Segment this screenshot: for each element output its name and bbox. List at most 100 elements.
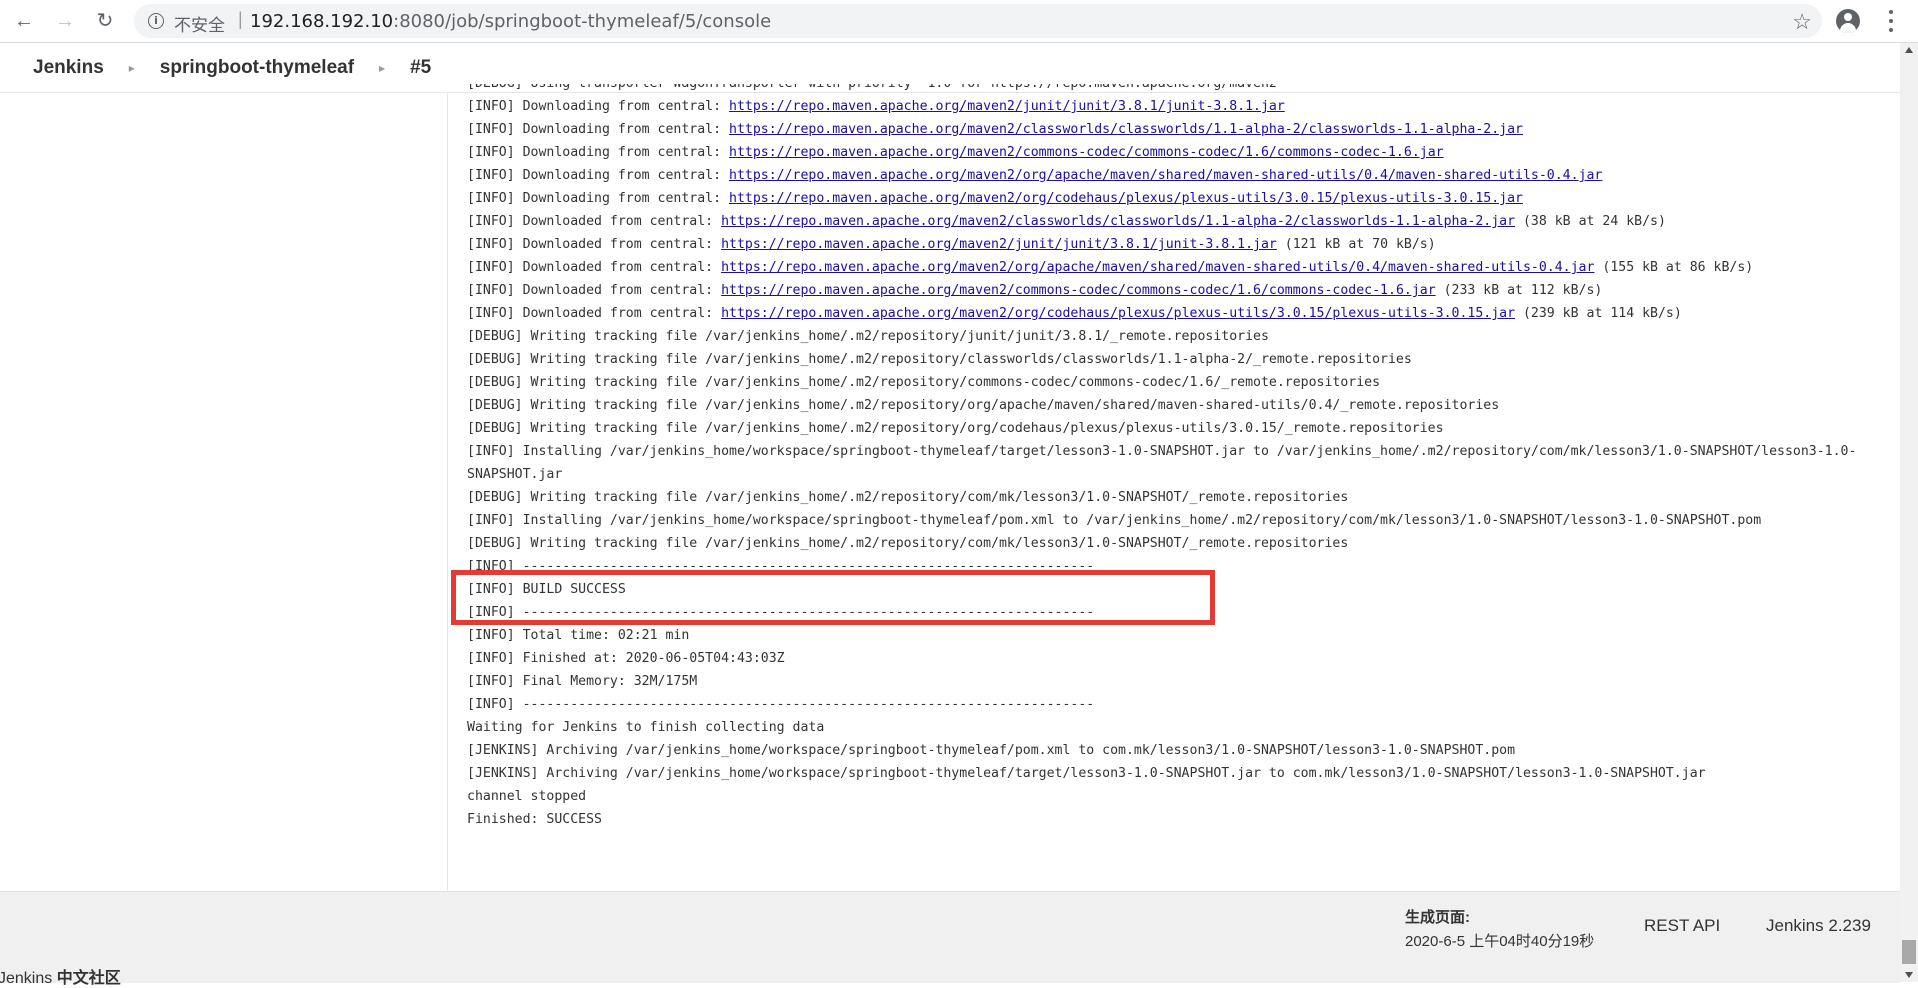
console-line-text: [DEBUG] Writing tracking file /var/jenki… [467, 421, 1444, 436]
jenkins-version-link[interactable]: Jenkins 2.239 [1766, 916, 1871, 936]
console-line: [INFO] ---------------------------------… [467, 693, 1887, 716]
breadcrumb-separator-icon: ▸ [128, 60, 135, 75]
console-cut-line: [DEBUG] Using transporter WagonTransport… [467, 84, 1887, 95]
console-line: [INFO] Downloaded from central: https://… [467, 233, 1887, 256]
community-link[interactable]: Jenkins 中文社区 [0, 964, 121, 988]
console-line-text: [DEBUG] Writing tracking file /var/jenki… [467, 398, 1500, 413]
console-line-text: [INFO] Downloading from central: [467, 145, 730, 160]
generated-label: 生成页面: [1405, 909, 1470, 926]
security-label[interactable]: 不安全 [174, 11, 225, 36]
console-download-link[interactable]: https://repo.maven.apache.org/maven2/jun… [729, 99, 1285, 114]
console-line-text: [INFO] Total time: 02:21 min [467, 628, 690, 643]
account-avatar-icon[interactable] [1836, 9, 1860, 33]
console-line: [INFO] Downloaded from central: https://… [467, 279, 1887, 302]
console-line: [INFO] Downloading from central: https:/… [467, 164, 1887, 187]
browser-menu-icon[interactable] [1886, 8, 1896, 34]
console-lines: [INFO] Downloading from central: https:/… [467, 95, 1887, 831]
console-line: Waiting for Jenkins to finish collecting… [467, 716, 1887, 739]
console-line: [DEBUG] Writing tracking file /var/jenki… [467, 348, 1887, 371]
community-prefix: Jenkins [0, 970, 57, 987]
console-download-link[interactable]: https://repo.maven.apache.org/maven2/jun… [721, 237, 1277, 252]
console-line-text: [INFO] Final Memory: 32M/175M [467, 674, 698, 689]
console-line-text: [INFO] Installing /var/jenkins_home/work… [467, 513, 1762, 528]
console-line-suffix: (239 kB at 114 kB/s) [1515, 306, 1682, 321]
console-line-text: [DEBUG] Writing tracking file /var/jenki… [467, 329, 1269, 344]
console-line: [INFO] Total time: 02:21 min [467, 624, 1887, 647]
scroll-up-icon[interactable] [1905, 47, 1913, 53]
console-line-text: [INFO] Installing /var/jenkins_home/work… [467, 444, 1857, 459]
console-line: [DEBUG] Writing tracking file /var/jenki… [467, 325, 1887, 348]
console-line: [DEBUG] Writing tracking file /var/jenki… [467, 394, 1887, 417]
info-icon[interactable]: i [148, 13, 164, 29]
back-arrow-icon[interactable]: ← [12, 9, 36, 33]
reload-icon[interactable]: ↻ [93, 9, 117, 33]
console-line-text: [INFO] Finished at: 2020-06-05T04:43:03Z [467, 651, 785, 666]
console-line-text: Finished: SUCCESS [467, 812, 602, 827]
console-line-text: [INFO] Downloaded from central: [467, 283, 722, 298]
bookmark-star-icon[interactable]: ☆ [1792, 9, 1812, 35]
breadcrumb-job[interactable]: springboot-thymeleaf [160, 57, 354, 79]
url-text[interactable]: 192.168.192.10:8080/job/springboot-thyme… [250, 11, 771, 32]
address-bar[interactable]: i 不安全 | 192.168.192.10:8080/job/springbo… [134, 4, 1822, 38]
console-line: [INFO] Installing /var/jenkins_home/work… [467, 440, 1887, 463]
console-line-text: [JENKINS] Archiving /var/jenkins_home/wo… [467, 743, 1516, 758]
build-success-highlight [451, 570, 1215, 625]
console-download-link[interactable]: https://repo.maven.apache.org/maven2/cla… [721, 214, 1515, 229]
generated-time: 2020-6-5 上午04时40分19秒 [1405, 933, 1595, 950]
scroll-thumb[interactable] [1902, 940, 1916, 964]
rest-api-link[interactable]: REST API [1644, 916, 1720, 936]
breadcrumb-jenkins[interactable]: Jenkins [33, 57, 104, 79]
community-name: 中文社区 [56, 970, 121, 987]
console-line-text: [INFO] Downloaded from central: [467, 306, 722, 321]
console-line-text: [INFO] Downloaded from central: [467, 214, 722, 229]
console-download-link[interactable]: https://repo.maven.apache.org/maven2/com… [721, 283, 1436, 298]
console-line: [DEBUG] Writing tracking file /var/jenki… [467, 532, 1887, 555]
console-line-suffix: (121 kB at 70 kB/s) [1276, 237, 1436, 252]
console-line: [DEBUG] Writing tracking file /var/jenki… [467, 417, 1887, 440]
console-line: [JENKINS] Archiving /var/jenkins_home/wo… [467, 739, 1887, 762]
scroll-down-icon[interactable] [1905, 972, 1913, 978]
console-line-text: Waiting for Jenkins to finish collecting… [467, 720, 825, 735]
console-line-text: [INFO] Downloading from central: [467, 99, 730, 114]
console-line-text: [INFO] Downloading from central: [467, 191, 730, 206]
url-path: :8080/job/springboot-thymeleaf/5/console [393, 11, 772, 32]
console-line-text: [INFO] Downloaded from central: [467, 260, 722, 275]
footer: 生成页面: 2020-6-5 上午04时40分19秒 REST API Jenk… [0, 891, 1900, 987]
breadcrumb-build[interactable]: #5 [410, 57, 431, 79]
forward-arrow-icon[interactable]: → [53, 9, 77, 33]
console-line-text: [INFO] ---------------------------------… [467, 697, 1095, 712]
scrollbar[interactable] [1900, 43, 1918, 982]
browser-toolbar: ← → ↻ i 不安全 | 192.168.192.10:8080/job/sp… [0, 0, 1918, 43]
console-line: [INFO] Finished at: 2020-06-05T04:43:03Z [467, 647, 1887, 670]
console-line-text: SNAPSHOT.jar [467, 467, 563, 482]
console-download-link[interactable]: https://repo.maven.apache.org/maven2/org… [729, 191, 1523, 206]
console-line: [INFO] Downloading from central: https:/… [467, 187, 1887, 210]
console-line-suffix: (155 kB at 86 kB/s) [1594, 260, 1754, 275]
console-download-link[interactable]: https://repo.maven.apache.org/maven2/org… [721, 306, 1515, 321]
console-line: [JENKINS] Archiving /var/jenkins_home/wo… [467, 762, 1887, 785]
console-line: [INFO] Downloaded from central: https://… [467, 210, 1887, 233]
console-line: [INFO] Downloaded from central: https://… [467, 256, 1887, 279]
console-line-text: [JENKINS] Archiving /var/jenkins_home/wo… [467, 766, 1706, 781]
address-separator: | [238, 9, 243, 29]
console-line: [INFO] Downloading from central: https:/… [467, 95, 1887, 118]
console-line: [INFO] Final Memory: 32M/175M [467, 670, 1887, 693]
console-line-text: [DEBUG] Writing tracking file /var/jenki… [467, 490, 1349, 505]
console-download-link[interactable]: https://repo.maven.apache.org/maven2/com… [729, 145, 1444, 160]
url-host: 192.168.192.10 [250, 11, 394, 32]
console-line-suffix: (38 kB at 24 kB/s) [1515, 214, 1666, 229]
console-line: [INFO] Downloaded from central: https://… [467, 302, 1887, 325]
console-download-link[interactable]: https://repo.maven.apache.org/maven2/cla… [729, 122, 1523, 137]
console-line: [DEBUG] Writing tracking file /var/jenki… [467, 371, 1887, 394]
console-line-text: [DEBUG] Writing tracking file /var/jenki… [467, 352, 1412, 367]
console-line: [INFO] Downloading from central: https:/… [467, 141, 1887, 164]
console-output: [DEBUG] Using transporter WagonTransport… [467, 84, 1887, 844]
console-line: channel stopped [467, 785, 1887, 808]
breadcrumb-separator-icon: ▸ [379, 60, 386, 75]
console-line-text: [INFO] Downloading from central: [467, 168, 730, 183]
console-download-link[interactable]: https://repo.maven.apache.org/maven2/org… [721, 260, 1594, 275]
console-download-link[interactable]: https://repo.maven.apache.org/maven2/org… [729, 168, 1602, 183]
console-line: Finished: SUCCESS [467, 808, 1887, 831]
console-line-text: [INFO] Downloaded from central: [467, 237, 722, 252]
console-line: [INFO] Installing /var/jenkins_home/work… [467, 509, 1887, 532]
